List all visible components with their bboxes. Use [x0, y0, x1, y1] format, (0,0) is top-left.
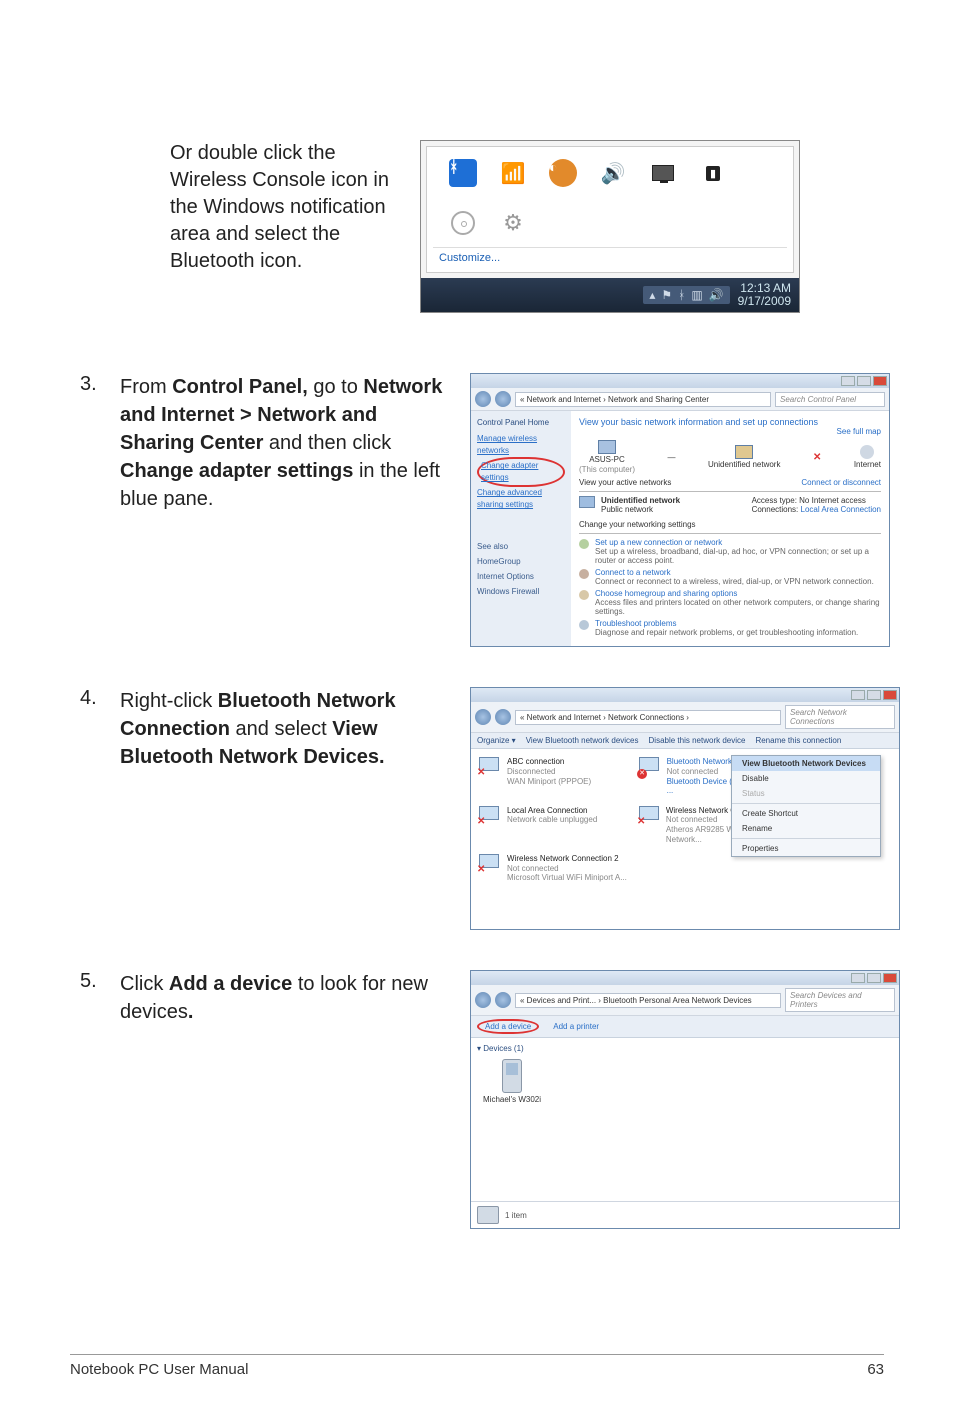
minimize-icon — [841, 376, 855, 386]
page-footer: Notebook PC User Manual 63 — [70, 1354, 884, 1378]
step-number: 5. — [70, 970, 100, 993]
forward-button-icon — [495, 391, 511, 407]
manage-wireless-link: Manage wireless networks — [477, 433, 565, 457]
maximize-icon — [857, 376, 871, 386]
connection-item: ✕ ABC connectionDisconnectedWAN Miniport… — [479, 757, 629, 795]
taskbar-clock: 12:13 AM 9/17/2009 — [738, 282, 791, 308]
tray-chevron-icon: ▴ — [649, 288, 655, 302]
tray-network-icon: ▥ — [691, 288, 702, 302]
step5-text: Click Add a device to look for new devic… — [120, 970, 450, 1026]
back-button-icon — [475, 391, 491, 407]
sharing-center-main: View your basic network information and … — [571, 411, 889, 646]
back-button-icon — [475, 709, 491, 725]
touchpad-icon: ◐ — [547, 157, 579, 189]
status-bar: 1 item — [471, 1201, 899, 1228]
search-input: Search Network Connections — [785, 705, 895, 729]
forward-button-icon — [495, 709, 511, 725]
intro-paragraph: Or double click the Wireless Console ico… — [70, 140, 390, 313]
toolbar: Organize ▾ View Bluetooth network device… — [471, 733, 899, 749]
system-tray: ▴ ⚑ ᚼ ▥ 🔊 — [643, 286, 729, 304]
close-icon — [883, 973, 897, 983]
connection-item: ✕ Local Area ConnectionNetwork cable unp… — [479, 806, 629, 844]
step4-text: Right-click Bluetooth Network Connection… — [120, 687, 450, 771]
control-panel-sidebar: Control Panel Home Manage wireless netwo… — [471, 411, 571, 646]
customize-link[interactable]: Customize... — [433, 247, 787, 266]
close-icon — [883, 690, 897, 700]
minimize-icon — [851, 690, 865, 700]
maximize-icon — [867, 973, 881, 983]
address-bar: « Devices and Print... › Bluetooth Perso… — [515, 993, 781, 1008]
tray-flag-icon: ⚑ — [661, 288, 672, 302]
step3-text: From Control Panel, go to Network and In… — [120, 373, 450, 513]
step-number: 4. — [70, 687, 100, 710]
devices-section-header: ▾ Devices (1) — [477, 1044, 893, 1053]
bluetooth-icon: ᚼ — [447, 157, 479, 189]
device-thumbnail-icon — [477, 1206, 499, 1224]
search-input: Search Devices and Printers — [785, 988, 895, 1012]
tray-volume-icon: 🔊 — [709, 288, 724, 302]
change-advanced-link: Change advanced sharing settings — [477, 487, 565, 511]
change-adapter-highlight: Change adapter settings — [477, 457, 565, 487]
page-number: 63 — [867, 1361, 884, 1378]
wifi-icon: 📶 — [497, 157, 529, 189]
tray-bluetooth-icon: ᚼ — [678, 288, 685, 302]
taskbar: ▴ ⚑ ᚼ ▥ 🔊 12:13 AM 9/17/2009 — [421, 278, 799, 312]
disc-icon — [447, 207, 479, 239]
connection-item: ✕ Wireless Network Connection 2Not conne… — [479, 854, 629, 883]
network-sharing-center-screenshot: « Network and Internet › Network and Sha… — [470, 373, 890, 647]
address-bar: « Network and Internet › Network and Sha… — [515, 392, 771, 407]
close-icon — [873, 376, 887, 386]
search-input: Search Control Panel — [775, 392, 885, 407]
add-a-device-highlight: Add a device — [477, 1019, 539, 1034]
power-icon: ▮ — [697, 157, 729, 189]
back-button-icon — [475, 992, 491, 1008]
maximize-icon — [867, 690, 881, 700]
wireless-console-tray-screenshot: ᚼ 📶 ◐ 🔊 ▮ ⚙ Customize... ▴ ⚑ ᚼ ▥ 🔊 — [420, 140, 800, 313]
devices-printers-screenshot: « Devices and Print... › Bluetooth Perso… — [470, 970, 900, 1229]
settings-icon: ⚙ — [497, 207, 529, 239]
address-bar: « Network and Internet › Network Connect… — [515, 710, 781, 725]
step-number: 3. — [70, 373, 100, 396]
device-item: Michael's W302i — [477, 1059, 547, 1104]
toolbar: Add a device Add a printer — [471, 1016, 899, 1038]
context-menu: View Bluetooth Network Devices Disable S… — [731, 755, 881, 857]
monitor-icon — [647, 157, 679, 189]
view-bluetooth-devices-item: View Bluetooth Network Devices — [732, 756, 880, 771]
speaker-icon: 🔊 — [597, 157, 629, 189]
network-connections-screenshot: « Network and Internet › Network Connect… — [470, 687, 900, 930]
minimize-icon — [851, 973, 865, 983]
window-titlebar — [471, 374, 889, 388]
phone-icon — [502, 1059, 522, 1093]
forward-button-icon — [495, 992, 511, 1008]
add-a-printer-link: Add a printer — [553, 1022, 599, 1031]
footer-title: Notebook PC User Manual — [70, 1361, 248, 1378]
